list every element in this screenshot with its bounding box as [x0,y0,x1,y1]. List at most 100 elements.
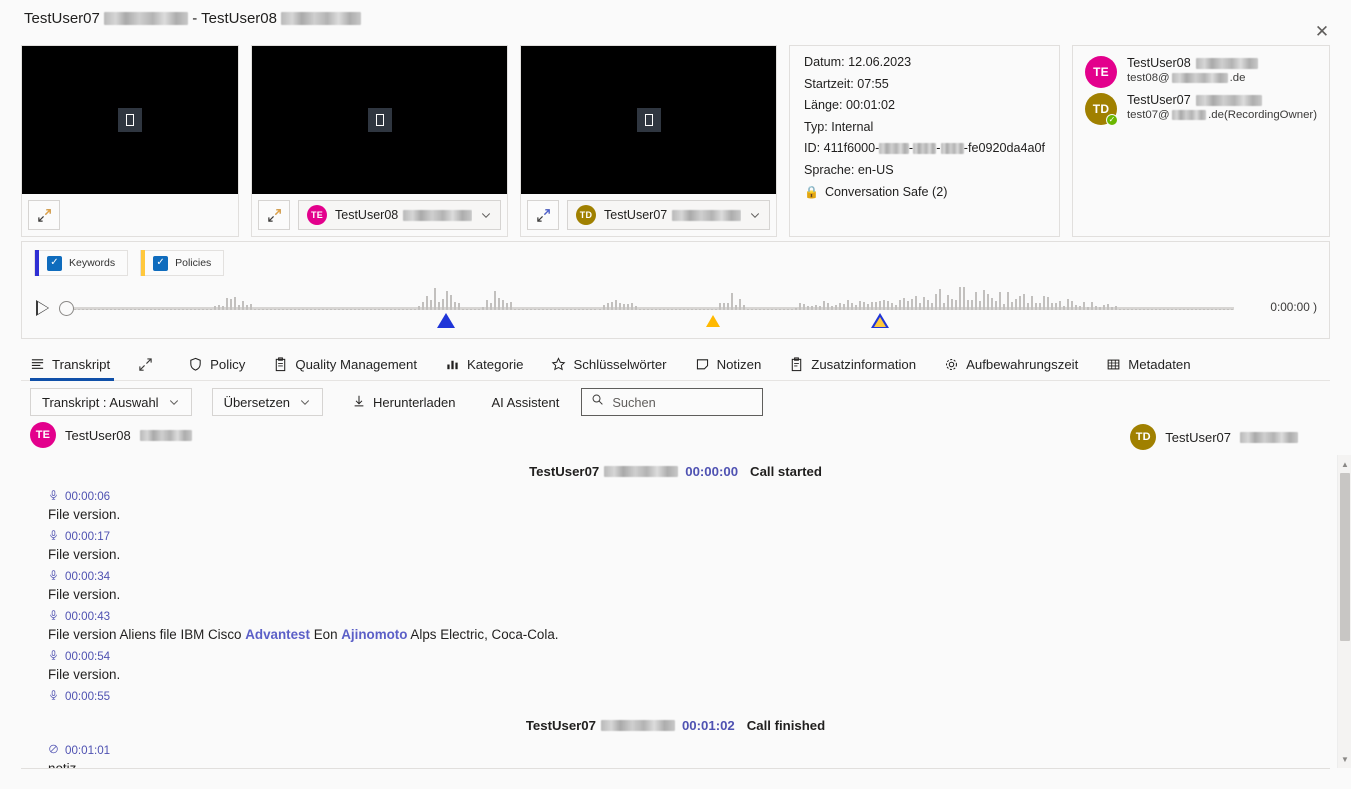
transcript-speaker-left: TE TestUser08 [30,422,192,448]
waveform-area[interactable]: 0:00:00 ) [22,282,1331,338]
transcript-utterance[interactable]: 00:00:54 File version. [21,649,1330,684]
transcript-lines-icon [30,357,45,372]
broken-image-icon [636,108,661,132]
expand-icon[interactable] [258,200,290,230]
search-input[interactable] [612,394,754,410]
transcript-utterance[interactable]: 00:00:17 File version. [21,529,1330,564]
tab-metadaten[interactable]: Metadaten [1092,348,1204,381]
download-button[interactable]: Herunterladen [352,394,455,411]
transcript-utterance[interactable]: 00:00:55 [21,689,1330,704]
transcript-selection-label: Transkript : Auswahl [42,394,159,410]
chip-color-bar [35,250,39,276]
transcript-list[interactable]: TestUser07 00:00:00 Call started 00:00:06 Fi… [21,455,1330,768]
transcript-utterance[interactable]: 00:00:06 File version. [21,489,1330,524]
transcript-selection-dropdown[interactable]: Transkript : Auswahl [30,388,192,416]
speaker-left-name: TestUser08 [65,427,131,443]
microphone-icon [48,609,59,624]
expand-icon[interactable] [28,200,60,230]
avatar: TE [1085,56,1117,88]
ai-assistant-button[interactable]: AI Assistent [491,395,559,410]
video-controls-2: TE TestUser08 [252,194,507,236]
video-surface-3[interactable] [521,46,776,194]
search-box[interactable] [581,388,764,416]
transcript-utterance[interactable]: 00:01:01 notiz [21,743,1330,768]
video-speaker-name-2: TestUser08 [335,208,472,222]
keywords-checkbox[interactable]: ✓ [47,255,62,271]
audio-waveform[interactable] [74,282,1234,310]
tab-expand[interactable] [124,348,174,381]
document-icon [789,356,804,372]
note-icon [695,357,710,372]
expand-icon[interactable] [527,200,559,230]
utterance-timestamp: 00:00:34 [65,570,111,584]
policies-checkbox[interactable]: ✓ [153,255,169,271]
transcript-utterance[interactable]: 00:00:34 File version. [21,569,1330,604]
system-speaker: TestUser07 [526,718,675,733]
utterance-text: File version Aliens file IBM Cisco Advan… [48,626,1330,644]
page-title: TestUser07 - TestUser08 [24,10,362,27]
tab-quality-management[interactable]: Quality Management [259,348,431,381]
tab-transkript[interactable]: Transkript [21,348,124,381]
playhead-slider-handle[interactable] [59,301,74,316]
participant-item[interactable]: TE TestUser08 test08@ .de [1085,56,1317,88]
video-panel-1 [21,45,239,237]
video-speaker-dropdown-3[interactable]: TD TestUser07 [567,200,770,230]
redacted-text [879,143,909,155]
avatar: TD [1130,424,1157,450]
shield-icon [188,357,203,372]
transcript-toolbar: Transkript : Auswahl Übersetzen Herunter… [21,388,1330,416]
tab-aufbewahrungszeit[interactable]: Aufbewahrungszeit [930,348,1092,381]
video-surface-2[interactable] [252,46,507,194]
tab-label: Metadaten [1128,356,1191,372]
system-speaker-name: TestUser07 [525,718,596,734]
transcript-utterance[interactable]: 00:00:43 File version Aliens file IBM Cis… [21,609,1330,644]
close-icon[interactable]: ✕ [1309,18,1335,44]
utterance-text: File version. [48,586,1330,604]
utterance-text: File version. [48,666,1330,684]
chip-policies[interactable]: ✓ Policies [140,250,225,276]
utterance-time-row: 00:00:55 [48,689,1330,704]
avatar-wrap: TE [1085,56,1117,88]
video-panel-3: TD TestUser07 [520,45,777,237]
transcript-text-segment: File version. [48,547,121,563]
redacted-text [604,466,679,477]
scroll-down-icon[interactable]: ▼ [1338,752,1351,766]
utterance-time-row: 00:00:06 [48,489,1330,504]
video-surface-1[interactable] [22,46,238,194]
transcript-keyword[interactable]: Ajinomoto [341,627,407,642]
timeline-marker-policy[interactable] [706,315,720,327]
transcript-system-line: TestUser07 00:01:02 Call finished [21,709,1330,743]
timeline-filter-chips: ✓ Keywords ✓ Policies [34,250,225,276]
tab-zusatzinformation[interactable]: Zusatzinformation [775,348,930,381]
scrollbar-thumb[interactable] [1340,473,1350,641]
chip-keywords[interactable]: ✓ Keywords [34,250,129,276]
tab-kategorie[interactable]: Kategorie [431,348,537,381]
translate-dropdown[interactable]: Übersetzen [211,388,324,416]
transcript-system-line: TestUser07 00:00:00 Call started [21,455,1330,489]
tab-label: Policy [210,356,246,372]
video-speaker-dropdown-2[interactable]: TE TestUser08 [298,200,501,230]
title-bar: TestUser07 - TestUser08 ✕ [0,0,1351,40]
tab-notizen[interactable]: Notizen [681,348,776,381]
title-user-a: TestUser07 [24,10,100,27]
expand-diagonal-icon [138,357,153,372]
tab-policy[interactable]: Policy [174,348,259,381]
transcript-keyword[interactable]: Advantest [245,627,310,642]
broken-image-icon [118,108,142,132]
participant-name: TestUser08 [1127,56,1258,70]
meta-date: Datum: 12.06.2023 [804,55,912,69]
microphone-icon [48,489,59,504]
transcript-scrollbar[interactable]: ▲ ▼ [1337,455,1351,768]
email-suffix: .de [1229,72,1246,84]
scroll-up-icon[interactable]: ▲ [1338,457,1351,471]
call-metadata-panel: Datum: 12.06.2023 Startzeit: 07:55 Länge… [789,45,1060,237]
timeline-marker-keyword[interactable] [437,313,455,328]
bar-chart-icon [445,357,460,372]
microphone-icon [48,649,59,664]
email-suffix: .de(RecordingOwner) [1208,109,1317,121]
timeline-marker-combined[interactable] [871,313,889,328]
participant-item[interactable]: TD ✓ TestUser07 test07@ .de(RecordingOwne… [1085,93,1317,126]
play-icon[interactable] [36,300,49,316]
time-suffix: ) [1313,300,1317,314]
tab-schluesselwoerter[interactable]: Schlüsselwörter [537,348,680,381]
